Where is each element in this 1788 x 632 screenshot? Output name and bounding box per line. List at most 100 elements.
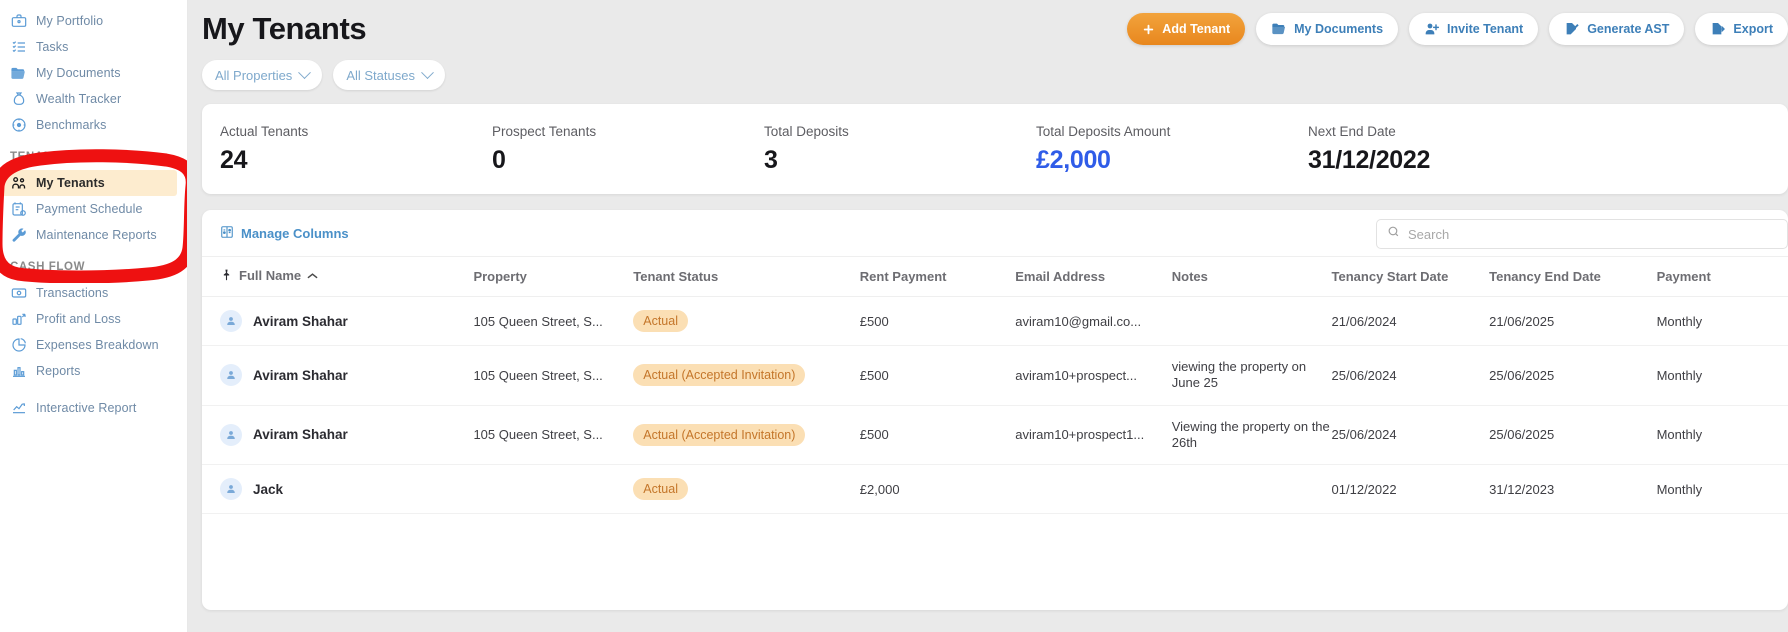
profit-loss-icon (10, 311, 27, 328)
search-input[interactable] (1408, 226, 1777, 242)
filter-all-statuses[interactable]: All Statuses (333, 60, 445, 90)
page-header: My Tenants Add Tenant My Documents Invit… (188, 0, 1788, 52)
sidebar-item-wealth-tracker[interactable]: Wealth Tracker (0, 86, 187, 112)
cell-payment: Monthly (1656, 345, 1788, 406)
sidebar-item-label: Wealth Tracker (36, 92, 122, 106)
export-button[interactable]: Export (1695, 13, 1788, 45)
sidebar-item-maintenance-reports[interactable]: Maintenance Reports (0, 222, 187, 248)
filter-all-properties[interactable]: All Properties (202, 60, 323, 90)
user-plus-icon (1424, 21, 1440, 37)
filter-label: All Statuses (346, 67, 415, 83)
sidebar-item-interactive-report[interactable]: Interactive Report (0, 395, 187, 421)
cell-rent-payment: £500 (859, 345, 1016, 406)
app-root: My Portfolio Tasks My Documents Wealth T… (0, 0, 1788, 632)
column-header-tenancy-end-date[interactable]: Tenancy End Date (1489, 256, 1657, 297)
table-row[interactable]: Aviram Shahar 105 Queen Street, S... Act… (202, 296, 1788, 346)
button-label: Add Tenant (1162, 22, 1231, 36)
sidebar-item-label: Interactive Report (36, 401, 137, 415)
stat-value: 3 (764, 145, 778, 174)
stat-label: Total Deposits (764, 123, 849, 139)
column-header-tenant-status[interactable]: Tenant Status (633, 256, 860, 297)
column-header-tenancy-start-date[interactable]: Tenancy Start Date (1331, 256, 1490, 297)
pie-chart-icon (10, 337, 27, 354)
stat-value: 0 (492, 145, 506, 174)
sidebar-item-reports[interactable]: Reports (0, 358, 187, 384)
status-badge: Actual (Accepted Invitation) (633, 364, 806, 387)
sidebar-item-transactions[interactable]: Transactions (0, 280, 187, 306)
cell-start-date: 21/06/2024 (1331, 296, 1490, 346)
stat-label: Next End Date (1308, 123, 1396, 139)
sidebar-item-profit-and-loss[interactable]: Profit and Loss (0, 306, 187, 332)
tenant-name: Aviram Shahar (253, 367, 348, 383)
table-row[interactable]: Aviram Shahar 105 Queen Street, S... Act… (202, 405, 1788, 465)
cell-payment: Monthly (1656, 464, 1788, 514)
sidebar-item-tasks[interactable]: Tasks (0, 34, 187, 60)
column-header-property[interactable]: Property (473, 256, 634, 297)
cell-tenant-status: Actual (633, 464, 860, 514)
cell-payment: Monthly (1656, 296, 1788, 346)
column-header-notes[interactable]: Notes (1171, 256, 1332, 297)
filter-label: All Properties (215, 67, 293, 83)
cell-notes: Viewing the property on the 26th (1171, 405, 1332, 465)
column-header-full-name[interactable]: Full Name (202, 256, 474, 297)
stat-total-deposits-amount: Total Deposits Amount £2,000 (1036, 124, 1308, 175)
stat-label: Prospect Tenants (492, 123, 597, 139)
sidebar-item-label: Tasks (36, 40, 69, 54)
column-header-payment[interactable]: Payment (1656, 256, 1788, 297)
avatar (220, 423, 242, 446)
cell-start-date: 25/06/2024 (1331, 345, 1490, 406)
sidebar-item-my-documents[interactable]: My Documents (0, 60, 187, 86)
sidebar-item-my-tenants[interactable]: My Tenants (0, 170, 177, 196)
sidebar-item-label: Maintenance Reports (36, 228, 157, 242)
cell-tenant-status: Actual (633, 296, 860, 346)
cell-rent-payment: £500 (859, 296, 1016, 346)
cell-start-date: 25/06/2024 (1331, 405, 1490, 465)
button-label: Generate AST (1587, 22, 1670, 36)
header-actions: Add Tenant My Documents Invite Tenant Ge… (1127, 13, 1788, 45)
stat-value: £2,000 (1036, 145, 1111, 174)
payment-schedule-icon (10, 201, 27, 218)
invite-tenant-button[interactable]: Invite Tenant (1409, 13, 1539, 45)
tenant-name: Aviram Shahar (253, 427, 348, 443)
sidebar-item-label: My Tenants (36, 176, 105, 190)
sidebar-item-benchmarks[interactable]: Benchmarks (0, 112, 187, 138)
column-header-rent-payment[interactable]: Rent Payment (859, 256, 1016, 297)
cell-payment: Monthly (1656, 405, 1788, 465)
search-box[interactable] (1376, 219, 1788, 249)
table-toolbar: Manage Columns (202, 210, 1788, 256)
columns-icon (220, 225, 234, 242)
sidebar-item-label: Expenses Breakdown (36, 338, 159, 352)
add-tenant-button[interactable]: Add Tenant (1127, 13, 1246, 45)
stat-value: 24 (220, 145, 248, 174)
tenant-name: Aviram Shahar (253, 313, 348, 329)
cell-end-date: 21/06/2025 (1489, 296, 1657, 346)
status-badge: Actual (633, 478, 688, 500)
table-row[interactable]: Aviram Shahar 105 Queen Street, S... Act… (202, 345, 1788, 406)
pin-icon (220, 268, 233, 285)
sidebar-item-expenses-breakdown[interactable]: Expenses Breakdown (0, 332, 187, 358)
cell-property: 105 Queen Street, S... (473, 345, 634, 406)
avatar (220, 364, 242, 387)
tenants-table: Full Name Property Tenant Status Rent Pa… (202, 256, 1788, 514)
avatar (220, 310, 242, 332)
manage-columns-button[interactable]: Manage Columns (220, 225, 349, 242)
sidebar-item-label: Reports (36, 364, 81, 378)
column-header-label: Full Name (239, 268, 302, 283)
my-documents-button[interactable]: My Documents (1256, 13, 1399, 45)
sidebar-item-payment-schedule[interactable]: Payment Schedule (0, 196, 187, 222)
sidebar-item-my-portfolio[interactable]: My Portfolio (0, 8, 187, 34)
status-badge: Actual (Accepted Invitation) (633, 423, 806, 446)
plus-icon (1142, 23, 1155, 36)
cell-email: aviram10+prospect... (1015, 345, 1172, 406)
button-label: My Documents (1294, 22, 1384, 36)
cell-notes (1171, 296, 1332, 346)
avatar (220, 478, 242, 500)
button-label: Export (1733, 22, 1773, 36)
generate-ast-button[interactable]: Generate AST (1549, 13, 1685, 45)
table-row[interactable]: Jack Actual £2,000 01/12/2022 31/12/2023… (202, 464, 1788, 514)
page-title: My Tenants (202, 11, 367, 46)
export-icon (1710, 21, 1726, 37)
column-header-email-address[interactable]: Email Address (1015, 256, 1172, 297)
cell-tenant-status: Actual (Accepted Invitation) (633, 345, 860, 406)
